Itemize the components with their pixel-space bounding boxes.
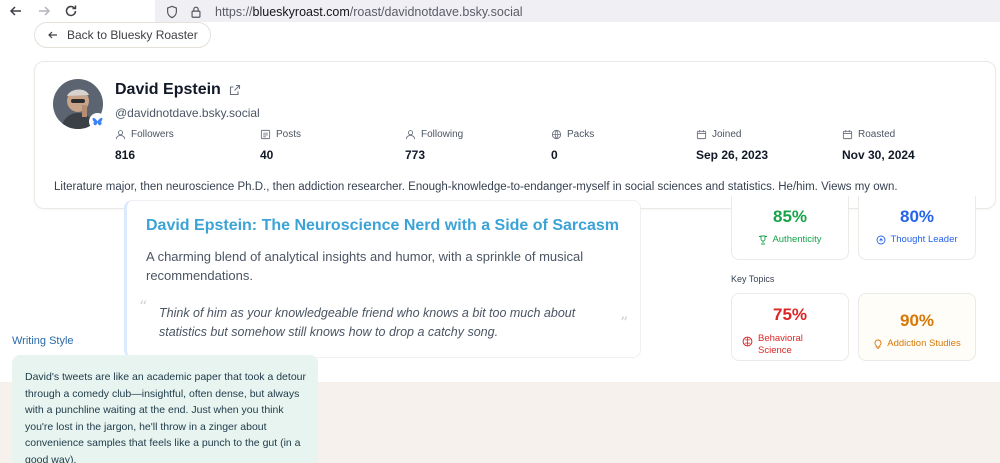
profile-name: David Epstein [115, 81, 241, 99]
globe-icon [551, 129, 562, 140]
roast-description: A charming blend of analytical insights … [146, 249, 584, 283]
topic-label-text: Addiction Studies [887, 338, 961, 349]
trophy-icon [759, 235, 768, 244]
arrow-left-icon [48, 31, 57, 39]
stat-label: Followers [131, 129, 174, 140]
address-bar[interactable]: https://blueskyroast.com/roast/davidnotd… [155, 0, 1000, 24]
calendar-icon [696, 130, 707, 140]
roast-title: David Epstein: The Neuroscience Nerd wit… [146, 217, 620, 234]
profile-handle: @davidnotdave.bsky.social [115, 106, 260, 120]
metric-label: Thought Leader [859, 234, 975, 245]
stat-value: 0 [551, 148, 558, 162]
topic-label: Addiction Studies [859, 338, 975, 349]
stat-value: 40 [260, 148, 274, 162]
metric-label: Authenticity [732, 234, 848, 245]
external-link-icon[interactable] [229, 84, 241, 96]
url-scheme: https:// [215, 5, 253, 19]
lightbulb-icon [874, 339, 882, 349]
url-text: https://blueskyroast.com/roast/davidnotd… [215, 5, 523, 19]
stat-followers: Followers 816 [115, 129, 174, 162]
profile-name-text: David Epstein [115, 81, 221, 98]
metric-value: 80% [899, 207, 935, 226]
writing-style-heading: Writing Style [12, 335, 74, 347]
metric-card-thought-leader: 80% Thought Leader [858, 196, 976, 260]
stat-label: Packs [567, 129, 595, 140]
stat-following: Following 773 [405, 129, 463, 162]
roast-card: David Epstein: The Neuroscience Nerd wit… [124, 200, 641, 358]
lightbulb-icon [877, 235, 886, 244]
key-topics-heading: Key Topics [731, 274, 775, 284]
topic-label-line1: Behavioral [758, 333, 803, 344]
stat-value: 773 [405, 148, 426, 162]
topic-label-line2: Science [758, 345, 792, 356]
bluesky-badge [89, 113, 106, 130]
metric-value: 85% [772, 207, 808, 226]
back-link-label: Back to Bluesky Roaster [67, 28, 198, 42]
roast-quote: Think of him as your knowledgeable frien… [159, 306, 576, 339]
forward-arrow-icon[interactable] [36, 3, 52, 19]
stat-label: Posts [276, 129, 302, 140]
metric-label-text: Authenticity [772, 234, 822, 245]
metric-label-text: Thought Leader [890, 234, 958, 245]
profile-card: David Epstein @davidnotdave.bsky.social … [34, 61, 996, 209]
stat-joined: Joined Sep 26, 2023 [696, 129, 768, 162]
writing-style-text: David's tweets are like an academic pape… [25, 371, 306, 463]
url-path: /roast/davidnotdave.bsky.social [349, 5, 523, 19]
url-host: blueskyroast.com [252, 5, 350, 19]
topic-label: Behavioral Science [742, 333, 803, 357]
stat-label: Following [421, 129, 464, 140]
stat-packs: Packs 0 [551, 129, 594, 162]
stat-posts: Posts 40 [260, 129, 301, 162]
stat-roasted: Roasted Nov 30, 2024 [842, 129, 915, 162]
topic-card-addiction-studies: 90% Addiction Studies [858, 293, 976, 361]
shield-icon[interactable] [165, 5, 179, 19]
topic-card-behavioral-science: 75% Behavioral Science [731, 293, 849, 361]
writing-style-card: David's tweets are like an academic pape… [12, 355, 318, 463]
lock-icon[interactable] [189, 5, 203, 19]
back-to-roaster-link[interactable]: Back to Bluesky Roaster [34, 22, 211, 48]
metric-card-authenticity: 85% Authenticity [731, 196, 849, 260]
document-icon [260, 129, 271, 140]
stat-value: Nov 30, 2024 [842, 148, 915, 162]
browser-toolbar: https://blueskyroast.com/roast/davidnotd… [0, 0, 1000, 24]
stat-label: Roasted [858, 129, 896, 140]
reload-icon[interactable] [63, 3, 79, 19]
stat-value: 816 [115, 148, 136, 162]
stat-value: Sep 26, 2023 [696, 148, 769, 162]
user-icon [115, 130, 126, 140]
close-quote-icon: ” [620, 313, 629, 332]
topic-value: 75% [772, 305, 808, 324]
calendar-icon [842, 130, 853, 140]
topic-value: 90% [899, 311, 935, 330]
user-icon [405, 130, 416, 140]
stat-label: Joined [712, 129, 742, 140]
profile-bio: Literature major, then neuroscience Ph.D… [54, 181, 898, 193]
back-arrow-icon[interactable] [8, 3, 24, 19]
butterfly-icon [92, 117, 103, 125]
open-quote-icon: “ [139, 297, 148, 316]
brain-icon [742, 336, 753, 347]
